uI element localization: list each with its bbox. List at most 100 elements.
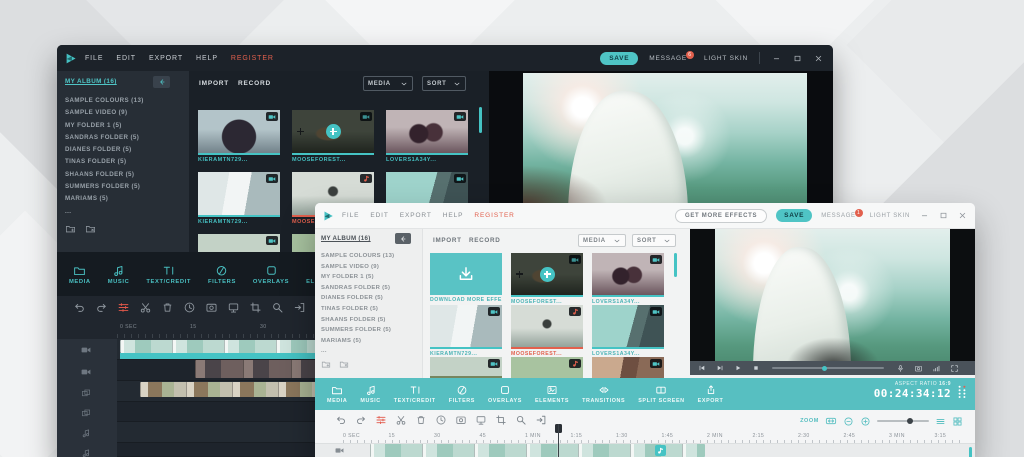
marker-button[interactable]	[227, 301, 240, 314]
crop-button[interactable]	[249, 301, 262, 314]
message-button[interactable]: MESSAGE 6	[649, 50, 694, 62]
media-thumbnail[interactable]: KIERAMTN729...	[198, 172, 280, 234]
snapshot-button[interactable]	[914, 364, 923, 373]
import-button[interactable]: IMPORT	[433, 237, 462, 244]
zoom-out-button[interactable]	[843, 416, 854, 427]
tab-transitions[interactable]: TRANSITIONS	[582, 384, 625, 404]
save-button[interactable]: SAVE	[776, 209, 813, 222]
tab-elements[interactable]: ELEMENTS	[535, 384, 569, 404]
volume-button[interactable]	[932, 364, 941, 373]
tab-text-credit[interactable]: TEXT/CREDIT	[394, 384, 436, 404]
zoom-slider[interactable]	[877, 418, 929, 424]
cut-button[interactable]	[395, 414, 407, 426]
add-folder-button[interactable]	[321, 359, 331, 369]
tab-export[interactable]: EXPORT	[698, 384, 724, 404]
light-skin-toggle[interactable]: LIGHT SKIN	[870, 213, 910, 219]
media-type-dropdown[interactable]: MEDIA	[363, 76, 413, 91]
media-thumbnail[interactable]	[511, 357, 583, 378]
export-frame-button[interactable]	[535, 414, 547, 426]
undo-button[interactable]	[335, 414, 347, 426]
tab-media[interactable]: MEDIA	[327, 384, 347, 404]
save-button[interactable]: SAVE	[600, 51, 639, 65]
preview-video[interactable]	[715, 229, 950, 361]
menu-item[interactable]: EXPORT	[400, 212, 432, 219]
media-scrollbar[interactable]	[479, 107, 482, 133]
undo-button[interactable]	[73, 301, 86, 314]
menu-item[interactable]: EDIT	[370, 212, 388, 219]
cut-button[interactable]	[139, 301, 152, 314]
delete-button[interactable]	[415, 414, 427, 426]
media-thumbnail[interactable]: MOOSEFOREST...	[511, 305, 583, 357]
close-button[interactable]	[813, 53, 823, 63]
get-more-effects-button[interactable]: GET MORE EFFECTS	[674, 208, 768, 223]
album-list-item[interactable]: SHAANS FOLDER (5)	[65, 169, 144, 181]
album-list-item[interactable]: MARIAMS (5)	[65, 193, 144, 205]
media-thumbnail[interactable]: KIERAMTN729...	[430, 305, 502, 357]
playhead-line[interactable]	[558, 424, 559, 457]
delete-folder-button[interactable]	[339, 359, 349, 369]
collapse-sidebar-button[interactable]	[395, 233, 411, 244]
media-scrollbar[interactable]	[674, 253, 677, 277]
zoom-in-button[interactable]	[860, 416, 871, 427]
album-list-item[interactable]: TINAS FOLDER (5)	[321, 304, 394, 315]
delete-button[interactable]	[161, 301, 174, 314]
tab-filters[interactable]: FILTERS	[208, 264, 236, 285]
fullscreen-button[interactable]	[950, 364, 959, 373]
album-list-item[interactable]: SUMMERS FOLDER (5)	[321, 325, 394, 336]
redo-button[interactable]	[355, 414, 367, 426]
album-list-item[interactable]: DIANES FOLDER (5)	[321, 293, 394, 304]
album-list-item[interactable]: ...	[321, 346, 394, 357]
minimize-button[interactable]	[771, 53, 781, 63]
menu-item-register[interactable]: REGISTER	[231, 55, 274, 62]
timeline-scrollbar[interactable]	[969, 447, 972, 457]
tab-media[interactable]: MEDIA	[69, 264, 91, 285]
album-list-item[interactable]: MARIAMS (5)	[321, 336, 394, 347]
album-list-item[interactable]: SAMPLE VIDEO (9)	[321, 262, 394, 273]
menu-item[interactable]: HELP	[443, 212, 464, 219]
duration-button[interactable]	[435, 414, 447, 426]
menu-item[interactable]: EXPORT	[149, 55, 183, 62]
media-thumbnail[interactable]	[198, 234, 280, 252]
minimize-button[interactable]	[919, 211, 929, 221]
tab-split-screen[interactable]: SPLIT SCREEN	[638, 384, 684, 404]
album-list-item[interactable]: SUMMERS FOLDER (5)	[65, 181, 144, 193]
media-thumbnail[interactable]: DOWNLOAD MORE EFFECTS	[430, 253, 502, 305]
marker-button[interactable]	[475, 414, 487, 426]
album-list-item[interactable]: SAMPLE COLOURS (13)	[321, 251, 394, 262]
add-to-timeline-button[interactable]	[539, 266, 555, 282]
media-thumbnail[interactable]	[592, 357, 664, 378]
collapse-sidebar-button[interactable]	[153, 76, 170, 88]
album-active-item[interactable]: MY ALBUM (16)	[65, 78, 117, 85]
message-button[interactable]: MESSAGE 1	[821, 208, 863, 219]
album-list-item[interactable]: ...	[65, 206, 144, 218]
album-list-item[interactable]: TINAS FOLDER (5)	[65, 156, 144, 168]
zoom-tool-button[interactable]	[271, 301, 284, 314]
track-manager-button[interactable]	[375, 414, 387, 426]
tab-overlays[interactable]: OVERLAYS	[488, 384, 522, 404]
play-button[interactable]	[734, 364, 742, 372]
tab-music[interactable]: MUSIC	[108, 264, 130, 285]
album-list-item[interactable]: MY FOLDER 1 (5)	[321, 272, 394, 283]
stop-button[interactable]	[752, 364, 760, 372]
album-list-item[interactable]: SAMPLE VIDEO (9)	[65, 107, 144, 119]
album-list-item[interactable]: SANDRAS FOLDER (5)	[321, 283, 394, 294]
light-skin-toggle[interactable]: LIGHT SKIN	[704, 55, 748, 62]
zoom-slider-handle[interactable]	[907, 418, 914, 424]
snapshot-button[interactable]	[205, 301, 218, 314]
media-thumbnail[interactable]: MOOSEFOREST...	[292, 110, 374, 172]
zoom-tool-button[interactable]	[515, 414, 527, 426]
album-active-item[interactable]: MY ALBUM (16)	[321, 235, 371, 242]
add-to-timeline-button[interactable]	[325, 124, 341, 139]
track-manager-button[interactable]	[117, 301, 130, 314]
tab-music[interactable]: MUSIC	[360, 384, 380, 404]
media-thumbnail[interactable]: LOVERS1A34Y...	[592, 305, 664, 357]
maximize-button[interactable]	[792, 53, 802, 63]
duration-button[interactable]	[183, 301, 196, 314]
timeline-ruler[interactable]: 0 SEC 15 30 45 1 MIN 1:15 1:30 1:45 2 MIN 2:15 2:3…	[343, 433, 975, 439]
snapshot-button[interactable]	[455, 414, 467, 426]
add-folder-button[interactable]	[65, 223, 76, 234]
media-type-dropdown[interactable]: MEDIA	[578, 234, 626, 247]
media-thumbnail[interactable]: LOVERS1A34Y...	[386, 110, 468, 172]
tab-filters[interactable]: FILTERS	[449, 384, 475, 404]
album-list-item[interactable]: SAMPLE COLOURS (13)	[65, 95, 144, 107]
